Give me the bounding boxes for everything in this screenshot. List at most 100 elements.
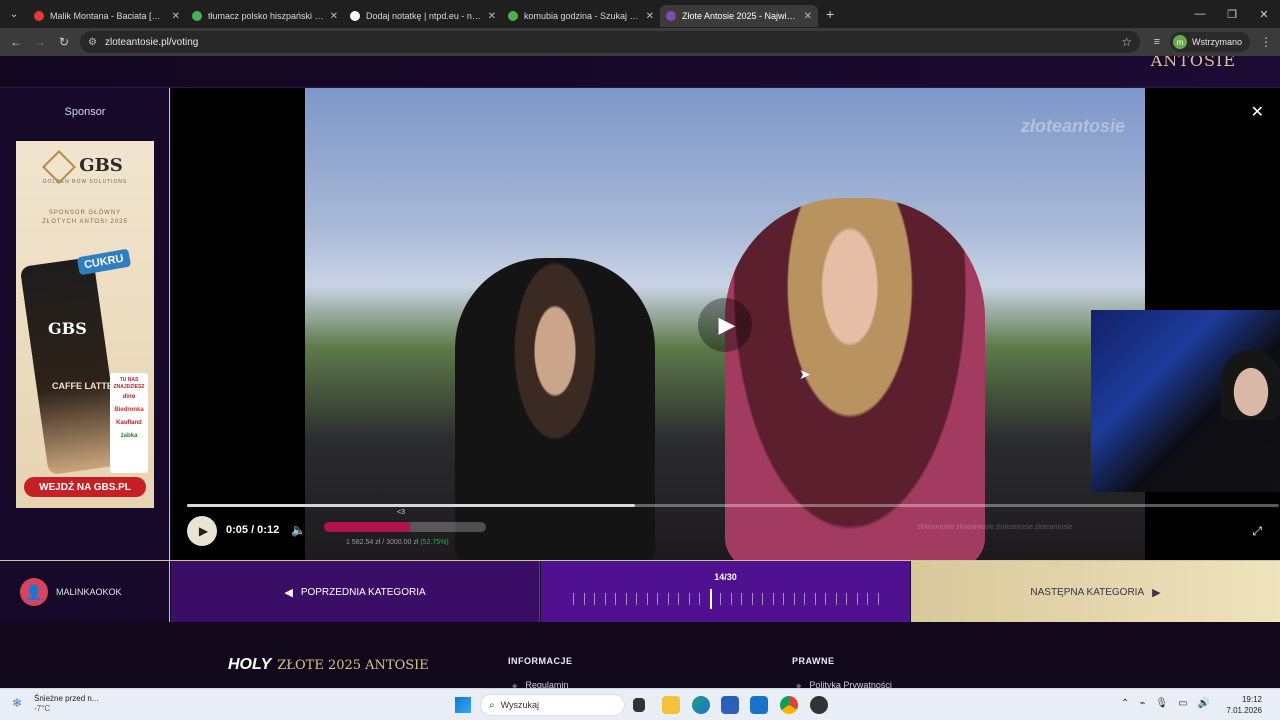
store-icon[interactable] — [721, 696, 739, 714]
header-logo[interactable]: ANTOSIE — [1151, 56, 1236, 69]
category-tick[interactable] — [657, 593, 659, 605]
category-tick[interactable] — [636, 593, 638, 605]
volume-icon[interactable]: 🔈 — [291, 523, 306, 537]
big-play-icon[interactable]: ▶ — [698, 298, 752, 352]
edge-icon[interactable] — [692, 696, 710, 714]
ad-tagline-1: SPONSOR GŁÓWNY — [48, 210, 122, 216]
taskbar-search[interactable]: ⌕ Wyszukaj — [480, 694, 625, 716]
forward-icon[interactable]: → — [28, 35, 52, 49]
tab-favicon-icon — [666, 11, 676, 21]
tab-close-icon[interactable]: ✕ — [488, 11, 496, 22]
tray-chevron-icon[interactable]: ⌃ — [1121, 698, 1129, 709]
network-icon[interactable]: ⌁ — [1139, 698, 1145, 709]
ad-cta-button[interactable]: WEJDŹ NA GBS.PL — [24, 477, 146, 497]
sponsor-ad[interactable]: GBS GOLDEN BOW SOLUTIONS SPONSOR GŁÓWNY … — [16, 141, 154, 508]
menu-kebab-icon[interactable]: ⋮ — [1260, 35, 1272, 49]
back-icon[interactable]: ← — [4, 35, 28, 49]
user-box[interactable]: 👤 MALINKAOKOK — [0, 561, 170, 623]
browser-tab[interactable]: Dodaj notatkę | ntpd.eu - notat... ✕ — [344, 5, 502, 27]
reading-list-icon[interactable]: ≡ — [1154, 36, 1160, 48]
category-tick[interactable] — [772, 593, 774, 605]
footer-logo-gold: ZŁOTE 2025 ANTOSIE — [277, 658, 429, 673]
profile-avatar: m — [1172, 35, 1187, 49]
category-tick[interactable] — [783, 593, 785, 605]
category-tick[interactable] — [814, 593, 816, 605]
category-tick[interactable] — [667, 593, 669, 605]
file-explorer-icon[interactable] — [662, 696, 680, 714]
browser-tab[interactable]: Malik Montana - Baciata [Offici... ✕ — [28, 5, 186, 27]
category-tick[interactable] — [709, 589, 712, 609]
category-tick[interactable] — [625, 593, 627, 605]
prev-category-label: POPRZEDNIA KATEGORIA — [300, 586, 426, 598]
video-modal: złoteantosie ▶ ➤ ✕ ▶ 0:05 / 0:12 🔈 <3 1 … — [171, 88, 1280, 560]
address-bar[interactable]: ⚙ zloteantosie.pl/voting ☆ — [80, 31, 1140, 53]
tab-close-icon[interactable]: ✕ — [172, 11, 180, 22]
browser-tab[interactable]: komubia godzina - Szukaj w Go... ✕ — [502, 5, 660, 27]
category-tick[interactable] — [678, 593, 680, 605]
tab-close-icon[interactable]: ✕ — [804, 11, 812, 22]
mic-icon[interactable]: 🎙 — [1155, 698, 1168, 709]
footer-logo[interactable]: HOLY ZŁOTE 2025 ANTOSIE — [228, 656, 429, 674]
category-tick[interactable] — [825, 593, 827, 605]
outlook-icon[interactable] — [750, 696, 768, 714]
fullscreen-icon[interactable]: ⤢ — [1252, 524, 1262, 539]
category-tick[interactable] — [688, 593, 690, 605]
display-icon[interactable]: ▭ — [1178, 698, 1187, 709]
site-info-icon[interactable]: ⚙ — [88, 37, 97, 48]
browser-tab[interactable]: tłumacz polsko hiszpański - Szu... ✕ — [186, 5, 344, 27]
category-tick[interactable] — [730, 593, 732, 605]
play-button[interactable]: ▶ — [187, 516, 217, 546]
windows-start-icon[interactable] — [455, 697, 471, 713]
task-view-icon[interactable] — [633, 698, 645, 712]
speaker-icon[interactable]: 🔊 — [1198, 698, 1210, 709]
arrow-left-icon: ◀ — [284, 586, 293, 599]
category-tick[interactable] — [573, 593, 574, 605]
close-video-icon[interactable]: ✕ — [1251, 102, 1264, 122]
video-frame[interactable]: złoteantosie ▶ ➤ — [305, 88, 1145, 560]
site-footer: HOLY ZŁOTE 2025 ANTOSIE INFORMACJE Regula… — [0, 622, 1280, 688]
tab-search-icon[interactable]: ⌄ — [0, 0, 28, 28]
weather-widget[interactable]: ❄ Śnieżne przed n... -7°C — [12, 694, 98, 714]
profile-button[interactable]: m Wstrzymano — [1169, 32, 1250, 52]
prev-category-button[interactable]: ◀ POPRZEDNIA KATEGORIA — [171, 561, 540, 623]
app-icon[interactable] — [810, 696, 828, 714]
category-counter: 14/30 — [541, 561, 910, 623]
maximize-icon[interactable]: ❐ — [1216, 8, 1248, 21]
category-tick[interactable] — [804, 593, 806, 605]
ad-store-zabka: żabka — [120, 433, 138, 439]
tab-close-icon[interactable]: ✕ — [330, 11, 338, 22]
category-tick[interactable] — [751, 593, 753, 605]
reload-icon[interactable]: ↻ — [52, 35, 76, 49]
next-category-button[interactable]: NASTĘPNA KATEGORIA ▶ — [911, 561, 1280, 623]
category-tick[interactable] — [878, 593, 879, 605]
video-progress-bar[interactable] — [187, 504, 1279, 507]
footer-link-privacy[interactable]: Polityka Prywatności — [796, 680, 892, 688]
browser-tab[interactable]: Złote Antosie 2025 - Najwięks... ✕ — [660, 5, 818, 27]
category-tick[interactable] — [846, 593, 848, 605]
chrome-icon[interactable] — [780, 696, 798, 714]
category-tick[interactable] — [867, 593, 869, 605]
new-tab-button[interactable]: + — [826, 6, 834, 22]
category-tick[interactable] — [720, 593, 722, 605]
mouse-cursor-icon: ➤ — [799, 366, 811, 382]
taskbar-clock[interactable]: 19:12 7.01.2026 — [1226, 694, 1262, 716]
bookmark-star-icon[interactable]: ☆ — [1121, 35, 1132, 49]
ad-stores: TU NAS ZNAJDZIESZ dino Biedronka Kauflan… — [110, 373, 148, 473]
footer-link-regulamin[interactable]: Regulamin — [512, 680, 568, 688]
category-tick[interactable] — [604, 593, 606, 605]
category-tick[interactable] — [583, 593, 585, 605]
category-tick[interactable] — [615, 593, 617, 605]
close-window-icon[interactable]: ✕ — [1248, 8, 1280, 21]
category-tick[interactable] — [594, 593, 596, 605]
url-text: zloteantosie.pl/voting — [104, 36, 199, 48]
category-tick[interactable] — [835, 593, 837, 605]
category-tick[interactable] — [762, 593, 764, 605]
tab-close-icon[interactable]: ✕ — [646, 11, 654, 22]
category-tick[interactable] — [856, 593, 858, 605]
footer-legal-heading: PRAWNE — [792, 656, 835, 666]
category-tick[interactable] — [699, 593, 701, 605]
category-tick[interactable] — [741, 593, 743, 605]
category-tick[interactable] — [793, 593, 795, 605]
category-tick[interactable] — [646, 593, 648, 605]
minimize-icon[interactable]: — — [1184, 8, 1216, 20]
